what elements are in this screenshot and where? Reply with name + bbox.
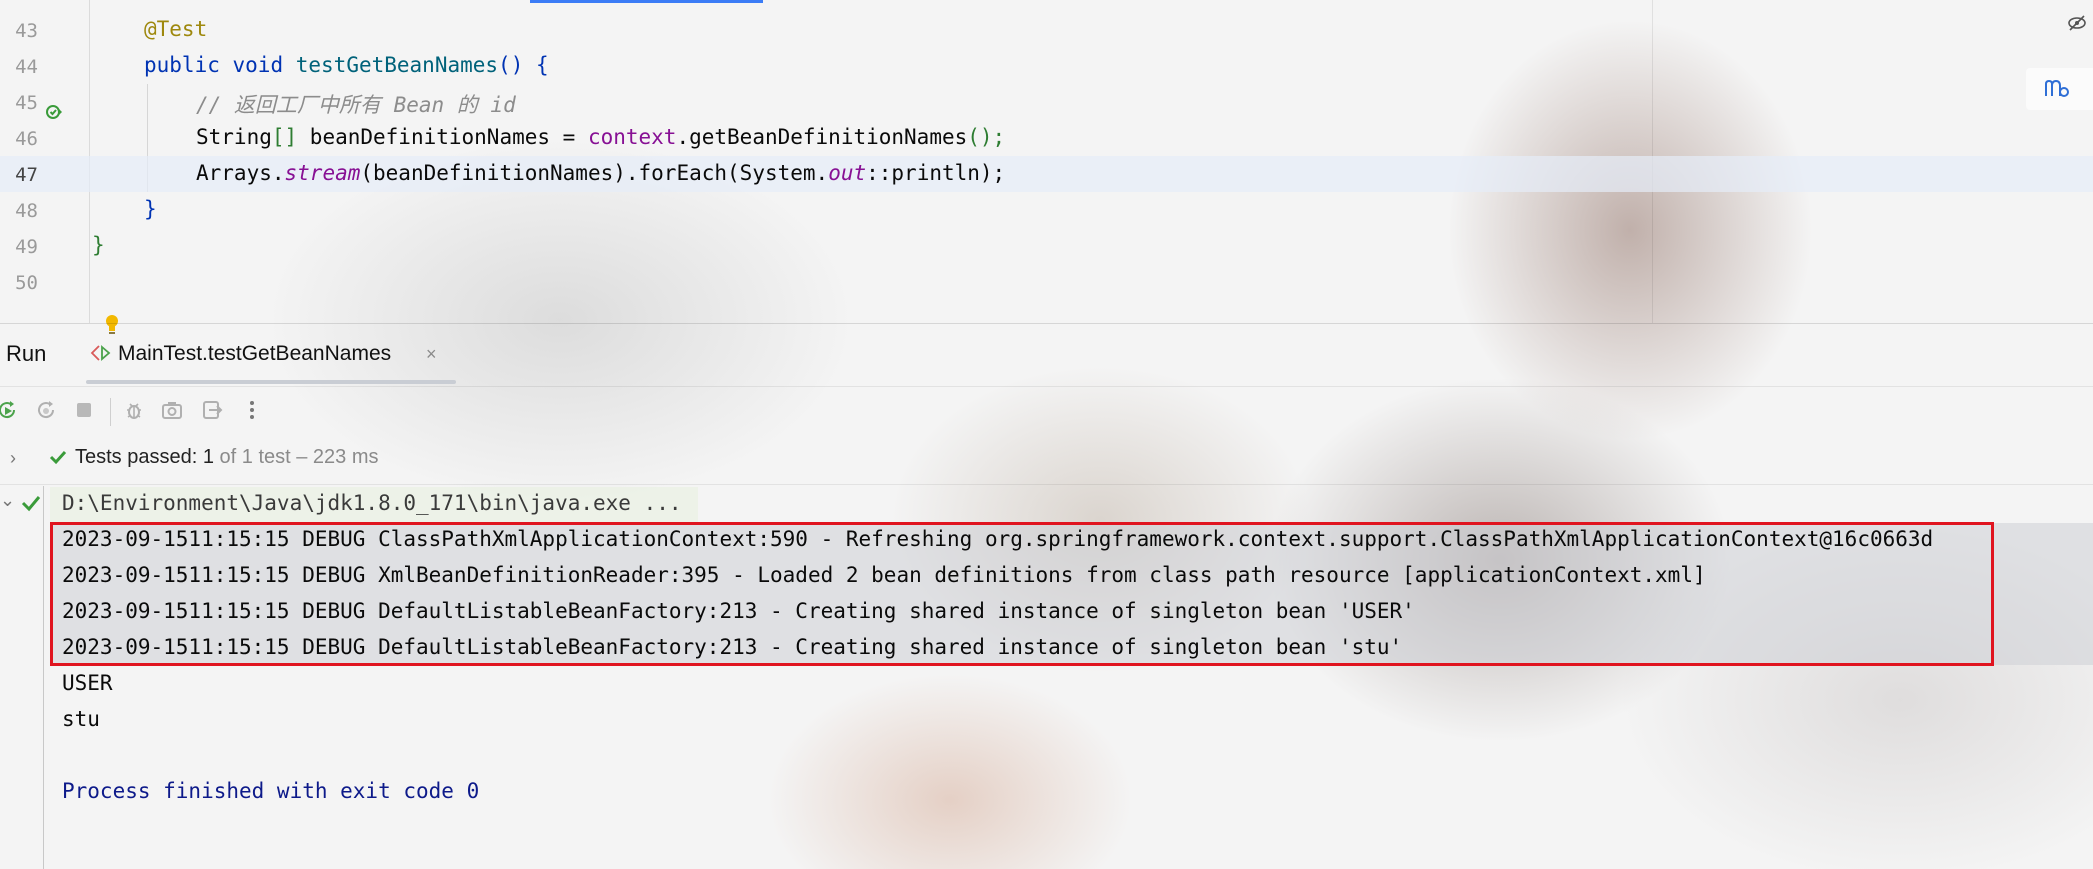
closing-brace: } [92,233,105,257]
method-call-token: (beanDefinitionNames).forEach( [360,161,740,185]
method-name-token: testGetBeanNames [295,53,499,77]
line-number: 45 [15,92,38,114]
keyword-token: public [144,53,220,77]
debug-icon[interactable] [122,398,146,422]
test-root-check-icon[interactable] [20,492,42,514]
chevron-down-icon[interactable]: ⌄ [0,490,15,511]
code-line-45[interactable]: 45 // 返回工厂中所有 Bean 的 id [0,84,2093,120]
toolbar-separator [110,398,111,426]
line-number: 49 [15,236,38,258]
tab-label: MainTest.testGetBeanNames [118,342,392,365]
line-number: 46 [15,128,38,150]
active-tab-indicator [86,380,456,384]
chevron-right-icon[interactable]: › [10,448,16,469]
console-exit-line: Process finished with exit code 0 [62,779,480,803]
check-icon [49,450,67,465]
tab-maintest-testgetbeannames[interactable]: MainTest.testGetBeanNames × [86,328,456,384]
static-method-token: stream [284,161,361,185]
static-field-token: out [828,161,867,185]
passed-count: 1 [202,446,214,468]
class-token: System. [739,161,829,185]
field-token: context [587,125,677,149]
type-token: String [196,125,272,149]
code-text: String[] beanDefinitionNames = context.g… [196,125,1005,149]
reader-mode-icon[interactable] [2066,12,2088,34]
class-token: Arrays. [196,161,285,185]
line-number: 47 [15,164,38,186]
line-number: 43 [15,20,38,42]
toolbar-divider [0,386,2093,387]
code-text: Arrays.stream(beanDefinitionNames).forEa… [196,161,1005,185]
code-text: public void testGetBeanNames() { [144,53,549,77]
panel-divider [0,323,2093,324]
punctuation-token: (); [967,125,1006,149]
console-output-line: stu [62,707,100,731]
rerun-failed-icon[interactable] [34,398,58,422]
code-line-46[interactable]: 46 String[] beanDefinitionNames = contex… [0,120,2093,156]
punctuation-token: () { [498,53,549,77]
code-line-43[interactable]: 43 @Test [0,12,2093,48]
stop-icon[interactable] [72,398,96,422]
code-line-47[interactable]: 47 Arrays.stream(beanDefinitionNames).fo… [0,156,2093,334]
console-divider [0,484,2093,485]
close-icon[interactable]: × [426,344,437,365]
method-call-token: .getBeanDefinitionNames [676,125,968,149]
line-number: 48 [15,200,38,222]
screenshot-icon[interactable] [160,398,184,422]
bracket-token: [] [271,125,298,149]
comment-token: // 返回工厂中所有 Bean 的 id [196,93,516,117]
passed-detail: of 1 test – 223 ms [213,446,379,468]
run-panel-title: Run [6,341,47,366]
code-line-49[interactable]: 49 } [0,228,2093,264]
console-gutter-divider [43,486,44,869]
method-ref-token: ::println); [866,161,1006,185]
line-number: 44 [15,56,38,78]
ai-assistant-tab[interactable] [2026,68,2093,110]
code-editor[interactable]: 43 @Test 44 public void testGetBeanNames… [0,0,2093,334]
keyword-token: void [232,53,284,77]
export-icon[interactable] [200,398,224,422]
test-tab-icon [90,345,111,361]
tests-passed-summary: Tests passed: 1 of 1 test – 223 ms [75,446,379,469]
code-text: @Test [144,17,207,41]
passed-label: Tests passed: [75,446,203,468]
code-line-44[interactable]: 44 public void testGetBeanNames() { [0,48,2093,119]
rerun-icon[interactable] [0,398,20,422]
assistant-icon [2045,79,2069,97]
highlight-annotation-box [50,522,1994,666]
code-line-48[interactable]: 48 } [0,192,2093,228]
closing-brace: } [144,197,157,221]
scroll-position-marker [530,0,763,3]
more-icon[interactable] [240,398,264,422]
console-command-line: D:\Environment\Java\jdk1.8.0_171\bin\jav… [62,491,682,515]
line-number: 50 [15,272,38,294]
annotation-token: @Test [144,17,208,41]
code-line-50[interactable]: 50 [0,264,2093,300]
identifier-token: beanDefinitionNames = [297,125,588,149]
console-output-line: USER [62,671,113,695]
